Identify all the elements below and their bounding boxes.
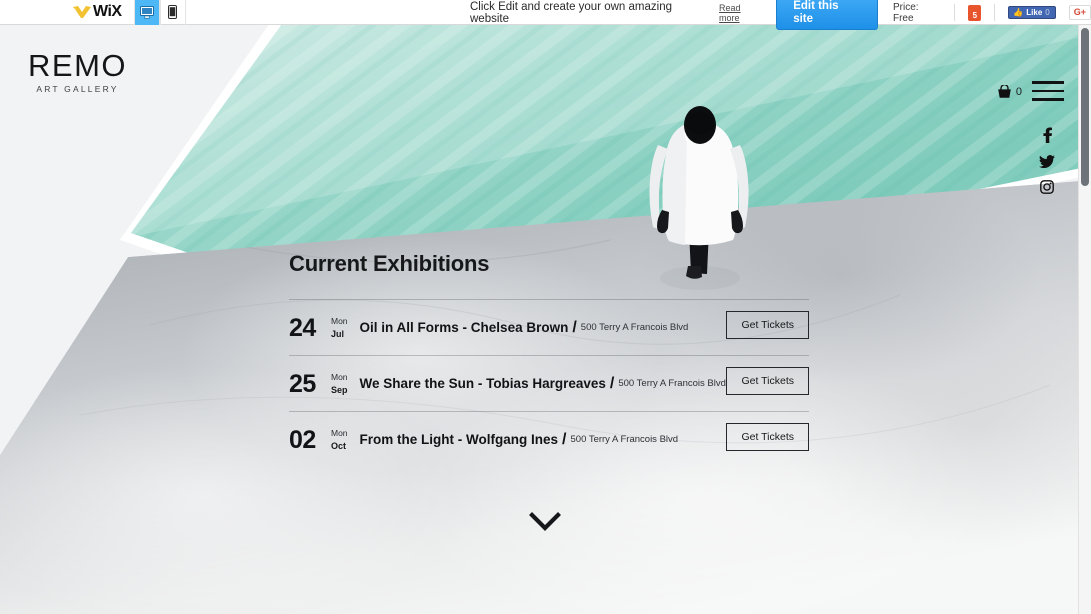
desktop-icon	[139, 5, 154, 19]
wix-bar-center: Click Edit and create your own amazing w…	[470, 0, 1091, 30]
facebook-icon[interactable]	[1042, 127, 1053, 143]
table-row: 24 Mon Jul Oil in All Forms - Chelsea Br…	[289, 299, 809, 355]
facebook-like-label: Like	[1026, 8, 1043, 17]
thumbs-up-icon: 👍	[1013, 8, 1024, 17]
read-more-link[interactable]: Read more	[719, 3, 763, 23]
exhibition-name: From the Light - Wolfgang Ines	[359, 432, 559, 447]
divider	[994, 4, 996, 21]
hamburger-menu-icon[interactable]	[1032, 81, 1064, 101]
desktop-view-button[interactable]	[133, 0, 160, 25]
exhibition-day: 24	[289, 313, 316, 342]
separator: /	[562, 430, 567, 448]
edit-this-site-button[interactable]: Edit this site	[776, 0, 878, 30]
site-logo[interactable]: REMO ART GALLERY	[28, 49, 127, 94]
wix-promo-message: Click Edit and create your own amazing w…	[470, 0, 672, 25]
exhibition-weekday: Mon	[331, 315, 348, 326]
exhibition-day: 25	[289, 369, 316, 398]
menu-bar	[1032, 81, 1064, 84]
instagram-icon[interactable]	[1040, 180, 1054, 194]
table-row: 25 Mon Sep We Share the Sun - Tobias Har…	[289, 355, 809, 411]
separator: /	[609, 374, 615, 392]
exhibition-weekday: Mon	[331, 427, 348, 438]
section-heading: Current Exhibitions	[289, 251, 490, 276]
site-canvas: REMO ART GALLERY 0 Current Exhibitions 2…	[0, 25, 1091, 614]
cart-widget[interactable]: 0	[997, 85, 1022, 99]
twitter-icon[interactable]	[1039, 155, 1055, 169]
scrollbar-thumb[interactable]	[1081, 28, 1089, 186]
social-links	[1039, 127, 1055, 194]
get-tickets-button[interactable]: Get Tickets	[726, 311, 809, 339]
wix-logo[interactable]: WiX	[72, 3, 122, 21]
scroll-down-button[interactable]	[529, 512, 561, 537]
exhibition-month: Sep	[331, 384, 348, 395]
wix-wordmark: WiX	[93, 3, 122, 20]
facebook-like-button[interactable]: 👍 Like 0	[1008, 6, 1056, 19]
exhibition-day: 02	[289, 425, 316, 454]
current-exhibitions-section: Current Exhibitions 24 Mon Jul Oil in Al…	[289, 251, 809, 467]
exhibition-name: We Share the Sun - Tobias Hargreaves	[359, 376, 606, 391]
exhibition-month: Oct	[331, 440, 347, 451]
divider	[954, 4, 956, 21]
exhibition-name: Oil in All Forms - Chelsea Brown	[359, 320, 569, 335]
logo-subtitle: ART GALLERY	[36, 84, 119, 94]
exhibition-month: Jul	[331, 328, 345, 339]
get-tickets-button[interactable]: Get Tickets	[726, 423, 809, 451]
logo-title: REMO	[28, 48, 127, 83]
get-tickets-button[interactable]: Get Tickets	[726, 367, 809, 395]
menu-bar	[1032, 89, 1064, 93]
exhibition-address: 500 Terry A Francois Blvd	[570, 434, 679, 445]
google-plus-button[interactable]: G+	[1068, 5, 1091, 20]
facebook-like-count: 0	[1045, 8, 1050, 17]
exhibition-address: 500 Terry A Francois Blvd	[618, 378, 726, 389]
mobile-view-button[interactable]	[159, 0, 186, 25]
exhibition-address: 500 Terry A Francois Blvd	[580, 322, 689, 333]
wix-bird-icon	[72, 5, 92, 19]
price-label: Price: Free	[892, 1, 919, 24]
chevron-down-icon	[529, 512, 561, 531]
page-scrollbar[interactable]	[1078, 25, 1091, 614]
mobile-icon	[168, 5, 178, 19]
menu-bar	[1032, 98, 1064, 101]
exhibition-date-block: Mon Sep	[331, 372, 348, 396]
html5-badge-icon[interactable]: 5	[968, 4, 982, 21]
cart-icon	[998, 85, 1011, 98]
table-row: 02 Mon Oct From the Light - Wolfgang Ine…	[289, 411, 809, 467]
exhibition-weekday: Mon	[331, 371, 348, 382]
cart-count: 0	[1015, 86, 1022, 98]
exhibition-date-block: Mon Jul	[331, 316, 348, 340]
wix-top-bar: WiX Click Edit and create your own amazi…	[0, 0, 1091, 30]
exhibition-date-block: Mon Oct	[331, 428, 348, 452]
separator: /	[572, 318, 577, 336]
